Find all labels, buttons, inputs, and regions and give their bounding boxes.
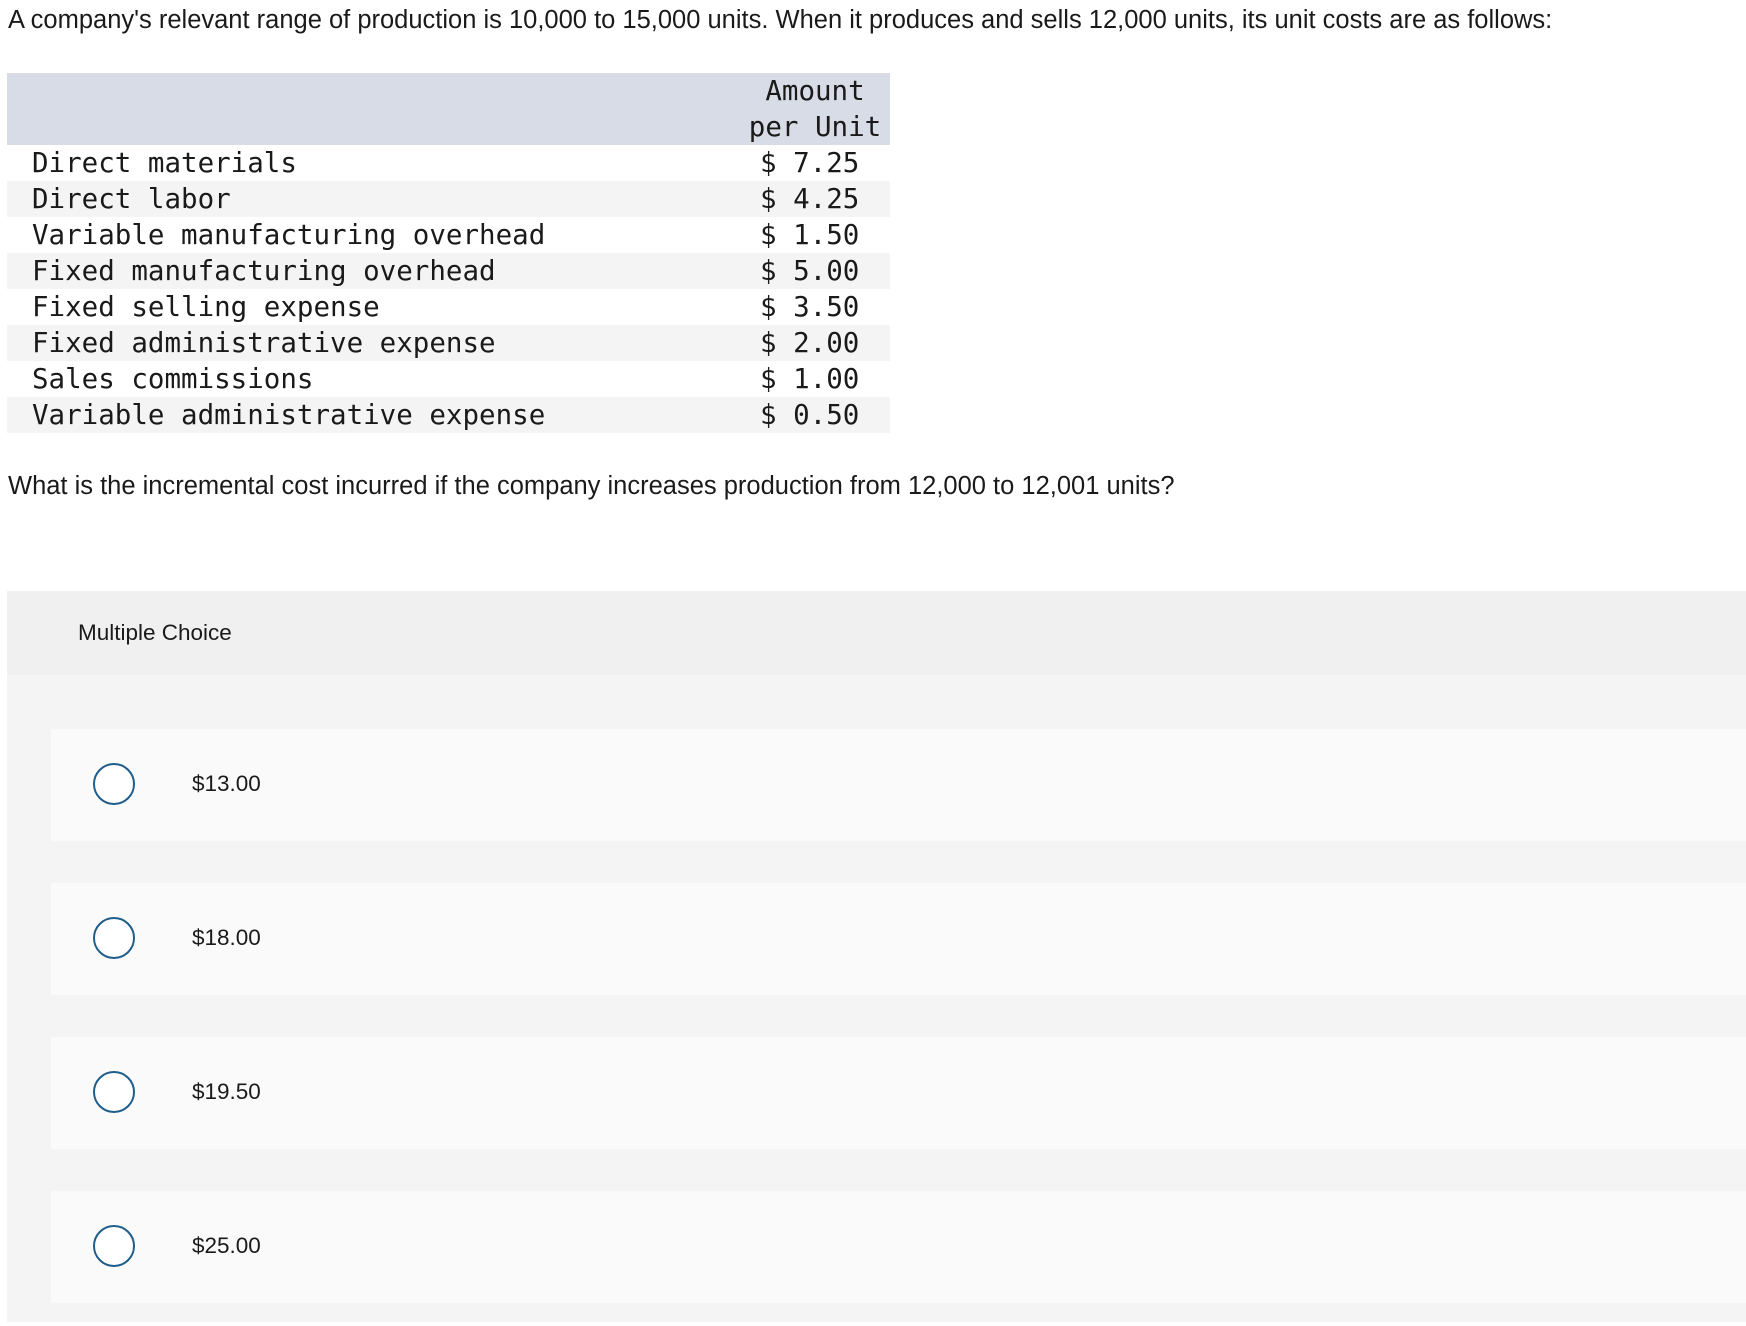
- choice-label: $13.00: [192, 771, 261, 796]
- table-row: Sales commissions $ 1.00: [7, 361, 890, 397]
- table-row: Variable administrative expense $ 0.50: [7, 397, 890, 433]
- amount-header-line2: per Unit: [748, 111, 882, 143]
- cost-label: Sales commissions: [7, 361, 740, 397]
- cost-label: Direct labor: [7, 181, 740, 217]
- label-column-header: [7, 73, 740, 145]
- multiple-choice-title: Multiple Choice: [78, 620, 232, 645]
- choice-option-1[interactable]: $13.00: [51, 729, 1746, 841]
- table-row: Direct labor $ 4.25: [7, 181, 890, 217]
- cost-amount: $ 2.00: [740, 325, 890, 361]
- table-header-row: Amount per Unit: [7, 73, 890, 145]
- cost-label: Fixed selling expense: [7, 289, 740, 325]
- question-text: What is the incremental cost incurred if…: [8, 472, 1175, 500]
- cost-amount: $ 1.50: [740, 217, 890, 253]
- choice-option-2[interactable]: $18.00: [51, 883, 1746, 995]
- table-row: Variable manufacturing overhead $ 1.50: [7, 217, 890, 253]
- cost-amount: $ 4.25: [740, 181, 890, 217]
- multiple-choice-header: Multiple Choice: [7, 591, 1746, 675]
- amount-column-header: Amount per Unit: [740, 73, 890, 145]
- cost-amount: $ 1.00: [740, 361, 890, 397]
- cost-label: Variable administrative expense: [7, 397, 740, 433]
- cost-amount: $ 0.50: [740, 397, 890, 433]
- cost-label: Variable manufacturing overhead: [7, 217, 740, 253]
- amount-header-line1: Amount: [765, 75, 865, 107]
- table-row: Direct materials $ 7.25: [7, 145, 890, 181]
- choice-option-3[interactable]: $19.50: [51, 1037, 1746, 1149]
- choice-label: $18.00: [192, 925, 261, 950]
- cost-amount: $ 3.50: [740, 289, 890, 325]
- cost-label: Fixed manufacturing overhead: [7, 253, 740, 289]
- choice-label: $19.50: [192, 1079, 261, 1104]
- cost-label: Fixed administrative expense: [7, 325, 740, 361]
- radio-button[interactable]: [93, 763, 135, 805]
- unit-cost-table: Amount per Unit Direct materials $ 7.25 …: [7, 73, 890, 433]
- choice-label: $25.00: [192, 1233, 261, 1258]
- table-row: Fixed administrative expense $ 2.00: [7, 325, 890, 361]
- cost-amount: $ 7.25: [740, 145, 890, 181]
- radio-button[interactable]: [93, 1225, 135, 1267]
- table-row: Fixed manufacturing overhead $ 5.00: [7, 253, 890, 289]
- cost-amount: $ 5.00: [740, 253, 890, 289]
- choice-option-4[interactable]: $25.00: [51, 1191, 1746, 1303]
- table-row: Fixed selling expense $ 3.50: [7, 289, 890, 325]
- cost-label: Direct materials: [7, 145, 740, 181]
- multiple-choice-panel: Multiple Choice $13.00 $18.00 $19.50 $25…: [7, 591, 1746, 1322]
- radio-button[interactable]: [93, 917, 135, 959]
- radio-button[interactable]: [93, 1071, 135, 1113]
- intro-text: A company's relevant range of production…: [8, 6, 1553, 34]
